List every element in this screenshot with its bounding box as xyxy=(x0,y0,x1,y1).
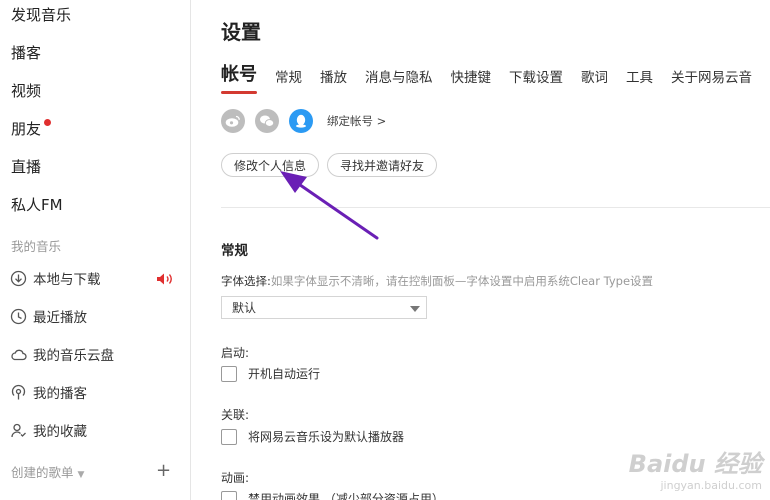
nav-discover-music[interactable]: 发现音乐 xyxy=(11,4,71,25)
sidebar-item-recent[interactable]: 最近播放 xyxy=(10,304,87,328)
settings-panel: 设置 帐号 常规 播放 消息与隐私 快捷键 下载设置 歌词 工具 关于网易云音 绑定帐号 > 修… xyxy=(191,0,770,500)
font-hint: 如果字体显示不清晰，请在控制面板—字体设置中启用系统Clear Type设置 xyxy=(270,274,654,288)
speaker-icon xyxy=(157,273,172,285)
divider xyxy=(221,207,770,208)
general-section-title: 常规 xyxy=(221,243,248,259)
invite-friends-button[interactable]: 寻找并邀请好友 xyxy=(327,153,438,177)
tab-playback[interactable]: 播放 xyxy=(320,66,347,86)
default-player-option[interactable]: 将网易云音乐设为默认播放器 xyxy=(221,428,404,445)
sidebar: 发现音乐 播客 视频 朋友 直播 私人FM 我的音乐 本地与下载 最近播放 我的… xyxy=(0,0,191,500)
bind-account-row: 绑定帐号 > xyxy=(221,109,386,133)
sidebar-item-label: 最近播放 xyxy=(33,310,87,326)
disable-animation-checkbox[interactable] xyxy=(221,490,237,500)
watermark-url: jingyan.baidu.com xyxy=(660,479,762,492)
nav-personal-fm[interactable]: 私人FM xyxy=(11,194,63,215)
font-select[interactable]: 默认 xyxy=(221,296,427,319)
weibo-icon[interactable] xyxy=(221,109,245,133)
podcast-icon xyxy=(11,384,26,399)
nav-video[interactable]: 视频 xyxy=(11,80,41,101)
font-label: 字体选择: xyxy=(221,274,271,288)
sidebar-item-my-podcast[interactable]: 我的播客 xyxy=(10,380,87,404)
chevron-down-icon: ▼ xyxy=(77,470,85,480)
created-playlists-label: 创建的歌单 xyxy=(11,465,74,480)
wechat-icon[interactable] xyxy=(255,109,279,133)
tab-general[interactable]: 常规 xyxy=(275,66,302,86)
cloud-icon xyxy=(11,349,27,360)
default-player-checkbox[interactable] xyxy=(221,428,237,445)
tab-messages-privacy[interactable]: 消息与隐私 xyxy=(365,66,433,86)
startup-option-label: 开机自动运行 xyxy=(248,367,321,381)
tab-lyrics[interactable]: 歌词 xyxy=(581,66,608,86)
notification-dot xyxy=(44,119,51,126)
sidebar-item-local-download[interactable]: 本地与下载 xyxy=(10,266,101,290)
font-setting-row: 字体选择:如果字体显示不清晰，请在控制面板—字体设置中启用系统Clear Typ… xyxy=(221,273,653,289)
sidebar-item-collection[interactable]: 我的收藏 xyxy=(10,418,87,442)
sidebar-item-label: 本地与下载 xyxy=(33,272,101,288)
sidebar-item-label: 我的收藏 xyxy=(33,424,87,440)
settings-tabs: 帐号 常规 播放 消息与隐私 快捷键 下载设置 歌词 工具 关于网易云音 xyxy=(221,60,770,94)
font-select-value: 默认 xyxy=(232,301,257,315)
edit-profile-button[interactable]: 修改个人信息 xyxy=(221,153,320,177)
nav-friends[interactable]: 朋友 xyxy=(11,118,41,139)
my-music-title: 我的音乐 xyxy=(11,239,62,254)
startup-label: 启动: xyxy=(221,346,250,360)
qq-icon[interactable] xyxy=(289,109,313,133)
startup-checkbox[interactable] xyxy=(221,365,237,382)
chevron-down-icon xyxy=(410,306,420,312)
tab-about[interactable]: 关于网易云音 xyxy=(671,66,752,86)
sidebar-item-label: 我的播客 xyxy=(33,386,87,402)
page-title: 设置 xyxy=(221,20,261,44)
tab-shortcuts[interactable]: 快捷键 xyxy=(451,66,492,86)
tab-account[interactable]: 帐号 xyxy=(221,60,257,94)
default-player-option-label: 将网易云音乐设为默认播放器 xyxy=(248,430,405,444)
tab-download-settings[interactable]: 下载设置 xyxy=(509,66,563,86)
created-playlists-title[interactable]: 创建的歌单 ▼ xyxy=(11,462,84,481)
startup-option[interactable]: 开机自动运行 xyxy=(221,365,320,382)
clock-icon xyxy=(10,308,27,324)
association-label: 关联: xyxy=(221,408,250,422)
sidebar-item-cloud[interactable]: 我的音乐云盘 xyxy=(10,342,114,366)
add-playlist-button[interactable]: + xyxy=(156,460,171,481)
sidebar-item-label: 我的音乐云盘 xyxy=(33,348,114,364)
disable-animation-option-label: 禁用动画效果 （减少部分资源占用） xyxy=(248,492,444,500)
watermark-brand: Baidu 经验 xyxy=(628,450,762,478)
nav-podcast[interactable]: 播客 xyxy=(11,42,41,63)
download-icon xyxy=(10,270,27,286)
disable-animation-option[interactable]: 禁用动画效果 （减少部分资源占用） xyxy=(221,490,444,500)
nav-live[interactable]: 直播 xyxy=(11,156,41,177)
bind-account-link[interactable]: 绑定帐号 > xyxy=(327,113,386,129)
collection-icon xyxy=(11,423,26,437)
animation-label: 动画: xyxy=(221,471,250,485)
tab-tools[interactable]: 工具 xyxy=(626,66,653,86)
watermark: Baidu 经验 jingyan.baidu.com xyxy=(629,444,762,492)
